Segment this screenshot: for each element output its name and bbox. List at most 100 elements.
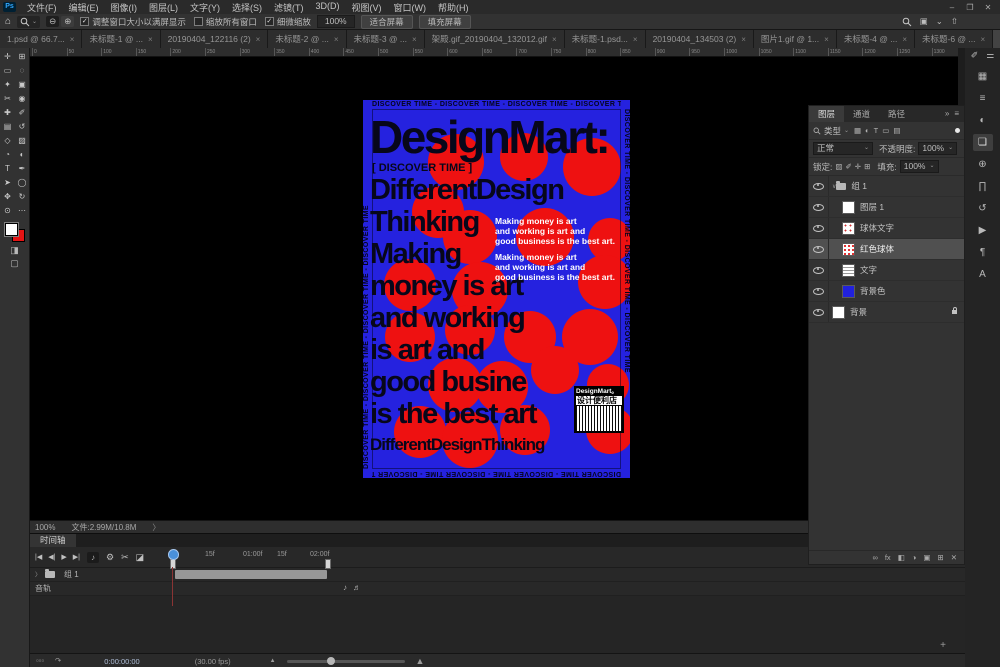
artboard-tool-icon[interactable]: ⊞ bbox=[15, 50, 29, 64]
adjustment-layer-icon[interactable]: ◑ bbox=[912, 554, 917, 562]
next-frame-button[interactable]: ▶| bbox=[73, 553, 80, 561]
pen-tool-icon[interactable]: ✒ bbox=[15, 162, 29, 176]
panel-history-icon[interactable]: ↺ bbox=[973, 200, 993, 217]
play-button[interactable]: ▶ bbox=[61, 553, 66, 561]
fit-screen-button[interactable]: 适合屏幕 bbox=[361, 15, 413, 29]
convert-frame-animation-icon[interactable]: ▫▫▫ bbox=[36, 657, 44, 665]
filter-smart-objects-icon[interactable]: ▤ bbox=[893, 126, 900, 135]
quick-mask-icon[interactable]: ◨ bbox=[10, 246, 19, 255]
restore-button[interactable]: ❐ bbox=[962, 3, 978, 12]
dodge-tool-icon[interactable]: ◐ bbox=[15, 148, 29, 162]
opacity-select[interactable]: 100%⌄ bbox=[918, 142, 957, 155]
status-zoom-field[interactable]: 100% bbox=[35, 523, 55, 532]
tab-close-icon[interactable]: × bbox=[902, 35, 907, 44]
work-area-end-marker[interactable] bbox=[325, 559, 331, 569]
clone-source-icon[interactable]: ⚌ bbox=[986, 51, 994, 60]
menu-item[interactable]: 编辑(E) bbox=[63, 1, 105, 14]
lock-pixels-icon[interactable]: ✐ bbox=[845, 162, 851, 171]
zoom-tool-badge[interactable]: ⌄ bbox=[17, 16, 40, 28]
panel-paragraph-icon[interactable]: ¶ bbox=[973, 244, 993, 261]
panel-styles-icon[interactable]: ◐ bbox=[973, 112, 993, 129]
layers-panel-tab[interactable]: 通道 bbox=[844, 106, 879, 122]
visibility-eye-icon[interactable] bbox=[813, 246, 824, 253]
tab-close-icon[interactable]: × bbox=[552, 35, 557, 44]
split-clip-icon[interactable]: ✂ bbox=[121, 553, 129, 562]
filter-adjustment-layers-icon[interactable]: ◐ bbox=[865, 126, 870, 135]
document-tab[interactable]: 20190404_134503 (2)× bbox=[646, 30, 754, 48]
visibility-eye-icon[interactable] bbox=[813, 183, 824, 190]
zoom-value-field[interactable]: 100% bbox=[317, 15, 355, 28]
close-button[interactable]: ✕ bbox=[980, 3, 996, 12]
lock-artboard-icon[interactable]: ⊞ bbox=[864, 162, 870, 171]
blend-mode-select[interactable]: 正常⌄ bbox=[813, 142, 873, 155]
visibility-eye-icon[interactable] bbox=[813, 225, 824, 232]
menu-item[interactable]: 滤镜(T) bbox=[268, 1, 310, 14]
layers-panel-tab[interactable]: 路径 bbox=[879, 106, 914, 122]
timeline-zoom-in-icon[interactable]: ▲ bbox=[416, 657, 425, 666]
timeline-zoom-out-icon[interactable]: ▲ bbox=[270, 658, 276, 664]
timeline-zoom-slider[interactable] bbox=[287, 660, 405, 663]
screen-mode-icon[interactable]: ▢ bbox=[10, 259, 19, 268]
panel-character-icon[interactable]: A bbox=[973, 266, 993, 283]
first-frame-button[interactable]: |◀ bbox=[35, 553, 42, 561]
visibility-eye-icon[interactable] bbox=[813, 204, 824, 211]
foreground-color-swatch[interactable] bbox=[5, 223, 18, 236]
collapse-panel-icon[interactable]: » bbox=[945, 110, 949, 118]
playhead[interactable] bbox=[168, 549, 179, 560]
marquee-tool-icon[interactable]: ▭ bbox=[1, 64, 15, 78]
layer-row[interactable]: 图层 1 bbox=[809, 197, 964, 218]
layer-row[interactable]: 背景 bbox=[809, 302, 964, 323]
mute-audio-button[interactable]: ♪ bbox=[87, 552, 99, 563]
shape-tool-icon[interactable]: ◯ bbox=[15, 176, 29, 190]
audio-icon[interactable]: ♬ bbox=[353, 584, 361, 592]
path-select-tool-icon[interactable]: ➤ bbox=[1, 176, 15, 190]
transition-icon[interactable]: ◪ bbox=[136, 553, 145, 562]
new-layer-icon[interactable]: ⊞ bbox=[937, 554, 943, 562]
workspace-icon[interactable]: ▣ bbox=[920, 17, 928, 26]
audio-icon[interactable]: ♪ bbox=[343, 584, 347, 592]
move-tool-icon[interactable]: ✛ bbox=[1, 50, 15, 64]
document-tab[interactable]: 1.psd @ 66.7...× bbox=[0, 30, 82, 48]
panel-actions-icon[interactable]: ▶ bbox=[973, 222, 993, 239]
option-checkbox[interactable]: ✓细微缩放 bbox=[265, 16, 311, 28]
clone-stamp-tool-icon[interactable]: ▤ bbox=[1, 120, 15, 134]
filter-pixel-layers-icon[interactable]: ▦ bbox=[854, 126, 861, 135]
tab-close-icon[interactable]: × bbox=[633, 35, 638, 44]
tab-close-icon[interactable]: × bbox=[334, 35, 339, 44]
blur-tool-icon[interactable]: ◔ bbox=[1, 148, 15, 162]
filter-toggle-icon[interactable] bbox=[955, 128, 960, 133]
gradient-tool-icon[interactable]: ▨ bbox=[15, 134, 29, 148]
video-clip-bar[interactable] bbox=[175, 570, 327, 579]
layers-panel-tab[interactable]: 图层 bbox=[809, 106, 844, 122]
link-layers-icon[interactable]: ∞ bbox=[872, 554, 877, 562]
tab-close-icon[interactable]: × bbox=[412, 35, 417, 44]
track-expand-caret[interactable]: 〉 bbox=[35, 570, 41, 579]
tab-close-icon[interactable]: × bbox=[741, 35, 746, 44]
layer-mask-icon[interactable]: ◧ bbox=[898, 554, 905, 562]
history-brush-tool-icon[interactable]: ↺ bbox=[15, 120, 29, 134]
brush-tool-icon[interactable]: ✐ bbox=[15, 106, 29, 120]
healing-tool-icon[interactable]: ✚ bbox=[1, 106, 15, 120]
search-icon[interactable] bbox=[902, 17, 912, 27]
timeline-settings-icon[interactable]: ⚙ bbox=[106, 553, 114, 562]
zoom-slider-thumb[interactable] bbox=[327, 657, 335, 665]
document-tab[interactable]: 20190404_122116 (2)× bbox=[161, 30, 269, 48]
document-tab[interactable]: 未标题-2 @ ...× bbox=[268, 30, 346, 48]
tab-close-icon[interactable]: × bbox=[256, 35, 261, 44]
document-tab[interactable]: 架殿.gif_20190404_132012.gif× bbox=[425, 30, 565, 48]
render-export-icon[interactable]: ↷ bbox=[55, 657, 61, 665]
minimize-button[interactable]: – bbox=[944, 3, 960, 12]
menu-item[interactable]: 视图(V) bbox=[346, 1, 388, 14]
panel-layers-icon[interactable]: ❏ bbox=[973, 134, 993, 151]
document-tab[interactable]: 未标题-4 @ ...× bbox=[837, 30, 915, 48]
visibility-eye-icon[interactable] bbox=[813, 267, 824, 274]
eyedropper-tool-icon[interactable]: ◉ bbox=[15, 92, 29, 106]
share-icon[interactable]: ⇧ bbox=[951, 17, 958, 26]
layer-style-icon[interactable]: fx bbox=[885, 554, 891, 562]
layer-thumbnail[interactable] bbox=[842, 201, 855, 214]
document-tab[interactable]: 未标题-5.psd @ 100% (红色球体, RGB/8) *× bbox=[993, 30, 1000, 48]
status-chevron-icon[interactable]: 〉 bbox=[152, 522, 160, 533]
prev-frame-button[interactable]: ◀| bbox=[48, 553, 55, 561]
lasso-tool-icon[interactable]: ◌ bbox=[15, 64, 29, 78]
panel-grid-icon[interactable]: ▦ bbox=[973, 68, 993, 85]
